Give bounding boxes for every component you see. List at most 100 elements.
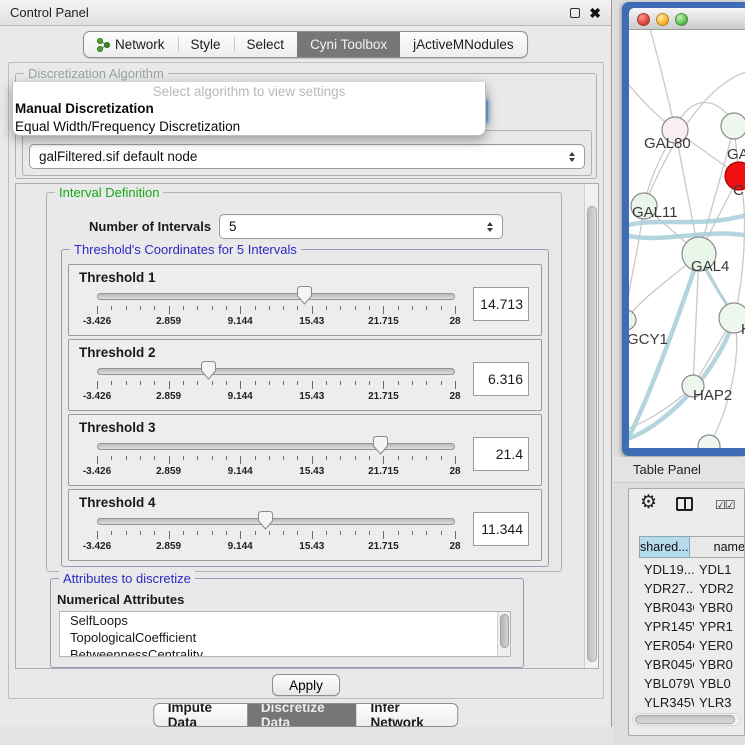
- table-row[interactable]: YER054CYER0: [639, 636, 744, 655]
- attributes-group: Attributes to discretize Numerical Attri…: [50, 578, 524, 668]
- zoom-traffic-light-icon[interactable]: [675, 13, 688, 26]
- slider-track[interactable]: [97, 293, 455, 300]
- network-view-window[interactable]: GAL80GACGAL11GAL4GCY1HHAP2: [622, 2, 745, 456]
- tab-label: Infer Network: [371, 703, 444, 727]
- attribute-list-item[interactable]: SelfLoops: [60, 612, 510, 629]
- network-canvas[interactable]: GAL80GACGAL11GAL4GCY1HHAP2: [629, 30, 745, 448]
- tab-label: Select: [247, 37, 285, 52]
- table-header-row: shared... name: [639, 536, 744, 558]
- tab-cyni-toolbox[interactable]: Cyni Toolbox: [297, 32, 400, 57]
- cell-name[interactable]: YDL1: [694, 562, 744, 577]
- cell-name[interactable]: YPR1: [694, 619, 744, 634]
- table-row[interactable]: YDR27...YDR2: [639, 579, 744, 598]
- tab-infer-network[interactable]: Infer Network: [357, 704, 458, 726]
- cell-name[interactable]: YDR2: [694, 581, 744, 596]
- cell-name[interactable]: YBR0: [694, 600, 744, 615]
- network-node[interactable]: [721, 113, 745, 139]
- cell-shared-name[interactable]: YPR145W: [639, 619, 694, 634]
- table-horizontal-scrollbar[interactable]: [632, 713, 741, 726]
- slider[interactable]: [97, 443, 455, 451]
- slider-track[interactable]: [97, 368, 455, 375]
- slider-thumb[interactable]: [201, 361, 216, 380]
- gear-icon[interactable]: ⚙: [640, 493, 657, 512]
- threshold-value-field[interactable]: 21.4: [473, 437, 529, 471]
- slider[interactable]: [97, 368, 455, 376]
- slider[interactable]: [97, 293, 455, 301]
- cell-shared-name[interactable]: YBL079W: [639, 676, 694, 691]
- scrollbar-thumb[interactable]: [635, 715, 735, 724]
- cell-name[interactable]: YLR3: [694, 695, 744, 710]
- network-node-label: GAL4: [691, 258, 729, 275]
- cell-shared-name[interactable]: YBR043C: [639, 600, 694, 615]
- node-table: shared... name YDL19...YDL1YDR27...YDR2Y…: [639, 536, 744, 731]
- threshold-value-field[interactable]: 14.713: [473, 287, 529, 321]
- combo-value: 5: [229, 219, 237, 234]
- slider-thumb[interactable]: [297, 286, 312, 305]
- table-row[interactable]: YDL19...YDL1: [639, 560, 744, 579]
- table-row[interactable]: YBR045CYBR0: [639, 655, 744, 674]
- cell-shared-name[interactable]: YLR345W: [639, 695, 694, 710]
- attribute-list-item[interactable]: TopologicalCoefficient: [60, 629, 510, 646]
- minimize-traffic-light-icon[interactable]: [656, 13, 669, 26]
- split-columns-icon[interactable]: [676, 497, 693, 511]
- cell-name[interactable]: YER0: [694, 638, 744, 653]
- slider-thumb[interactable]: [258, 511, 273, 530]
- network-node[interactable]: [698, 435, 720, 448]
- numerical-attributes-label: Numerical Attributes: [57, 592, 184, 607]
- cell-name[interactable]: YBR0: [694, 657, 744, 672]
- slider-tick-labels: -3.4262.8599.14415.4321.71528: [97, 466, 455, 478]
- column-header-name[interactable]: name: [690, 536, 745, 558]
- table-row[interactable]: YPR145WYPR1: [639, 617, 744, 636]
- table-row[interactable]: YLR345WYLR3: [639, 693, 744, 712]
- slider-ticks: [97, 456, 455, 465]
- network-node[interactable]: [629, 310, 636, 330]
- select-columns-checkboxes-icon[interactable]: ☑☑: [715, 498, 735, 512]
- algorithm-dropdown-popup: Select algorithm to view settings Manual…: [12, 82, 486, 136]
- cell-shared-name[interactable]: YER054C: [639, 638, 694, 653]
- attribute-list-item[interactable]: BetweennessCentrality: [60, 646, 510, 657]
- slider-ticks: [97, 381, 455, 390]
- network-window-titlebar[interactable]: [629, 8, 745, 30]
- cell-shared-name[interactable]: YDR27...: [639, 581, 694, 596]
- tab-jactivemnodules[interactable]: jActiveMNodules: [400, 32, 527, 57]
- table-panel-title: Table Panel: [633, 462, 701, 477]
- num-intervals-combo[interactable]: 5: [219, 214, 503, 239]
- list-scrollbar[interactable]: [497, 612, 510, 656]
- scrollbar-thumb[interactable]: [500, 614, 509, 648]
- thresholds-group: Threshold's Coordinates for 5 Intervals …: [61, 249, 549, 567]
- tab-label: Style: [191, 37, 221, 52]
- cell-shared-name[interactable]: YBR045C: [639, 657, 694, 672]
- apply-button[interactable]: Apply: [272, 674, 340, 696]
- slider-thumb[interactable]: [373, 436, 388, 455]
- slider-track[interactable]: [97, 443, 455, 450]
- group-title: Attributes to discretize: [59, 571, 195, 586]
- tab-discretize-data[interactable]: Discretize Data: [247, 704, 357, 726]
- slider[interactable]: [97, 518, 455, 526]
- tab-style[interactable]: Style: [178, 32, 234, 57]
- close-traffic-light-icon[interactable]: [637, 13, 650, 26]
- table-row[interactable]: YBR043CYBR0: [639, 598, 744, 617]
- panel-scrollbar[interactable]: [584, 184, 598, 668]
- threshold-value-field[interactable]: 6.316: [473, 362, 529, 396]
- threshold-label: Threshold 2: [79, 345, 156, 360]
- close-icon[interactable]: ✖: [589, 6, 601, 20]
- float-window-icon[interactable]: [570, 8, 580, 18]
- tab-network[interactable]: Network: [84, 32, 178, 57]
- table-data-combo[interactable]: galFiltered.sif default node: [29, 144, 585, 169]
- popup-option-manual-discretization[interactable]: Manual Discretization: [13, 100, 485, 118]
- cell-shared-name[interactable]: YDL19...: [639, 562, 694, 577]
- numerical-attributes-list[interactable]: SelfLoopsTopologicalCoefficientBetweenne…: [59, 611, 511, 657]
- table-row[interactable]: YBL079WYBL0: [639, 674, 744, 693]
- group-title: Threshold's Coordinates for 5 Intervals: [70, 242, 301, 257]
- tab-select[interactable]: Select: [234, 32, 298, 57]
- threshold-value-field[interactable]: 11.344: [473, 512, 529, 546]
- threshold-label: Threshold 3: [79, 420, 156, 435]
- tab-impute-data[interactable]: Impute Data: [154, 704, 247, 726]
- popup-option-equal-width-frequency[interactable]: Equal Width/Frequency Discretization: [13, 118, 485, 136]
- cell-name[interactable]: YBL0: [694, 676, 744, 691]
- column-header-shared-name[interactable]: shared...: [639, 536, 690, 558]
- slider-track[interactable]: [97, 518, 455, 525]
- scrollbar-thumb[interactable]: [587, 206, 597, 662]
- threshold-4-box: Threshold 4-3.4262.8599.14415.4321.71528…: [68, 489, 542, 561]
- network-node-label: GAL11: [632, 204, 678, 221]
